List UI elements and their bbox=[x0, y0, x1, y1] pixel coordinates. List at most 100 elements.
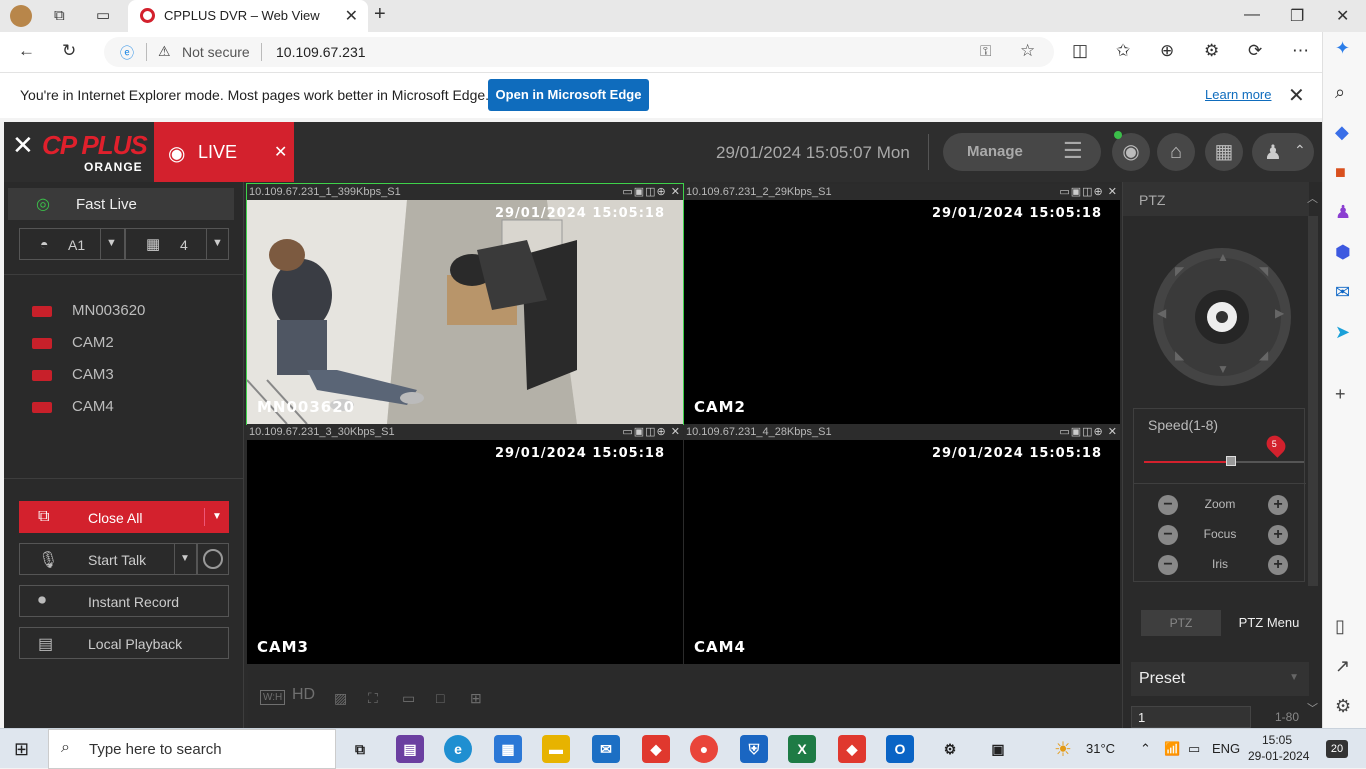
file-explorer-icon[interactable]: ▬ bbox=[542, 735, 570, 763]
camera-list-item[interactable]: CAM4 bbox=[32, 398, 114, 415]
iris-plus-button[interactable]: + bbox=[1268, 555, 1288, 575]
anydesk-icon-2[interactable]: ◆ bbox=[838, 735, 866, 763]
video-cell-4[interactable]: 10.109.67.231_4_28Kbps_S1 ▭▣◫⊕ ✕ 29/01/2… bbox=[684, 424, 1120, 664]
clock-time[interactable]: 15:05 bbox=[1262, 733, 1292, 747]
arrow-left-icon[interactable]: ◀ bbox=[1157, 306, 1166, 320]
excel-icon[interactable]: X bbox=[788, 735, 816, 763]
security-label[interactable]: Not secure bbox=[182, 44, 250, 60]
focus-plus-button[interactable]: + bbox=[1268, 525, 1288, 545]
tab-close-icon[interactable]: ✕ bbox=[345, 6, 358, 26]
ptz-scrollbar[interactable]: ︿ ﹀ bbox=[1306, 190, 1320, 720]
live-tab-close-icon[interactable]: ✕ bbox=[274, 142, 287, 162]
edge-icon[interactable]: e bbox=[444, 735, 472, 763]
camera-list-item[interactable]: CAM3 bbox=[32, 366, 114, 383]
live-view-button[interactable]: ◉ bbox=[1112, 131, 1150, 171]
aspect-ratio-button[interactable]: W:H bbox=[260, 690, 286, 705]
favorite-star-icon[interactable]: ☆ bbox=[1020, 41, 1035, 61]
open-in-edge-button[interactable]: Open in Microsoft Edge bbox=[488, 79, 649, 111]
clock-date[interactable]: 29-01-2024 bbox=[1248, 749, 1309, 763]
task-view-icon[interactable]: ⧉ bbox=[346, 735, 374, 763]
layout-quad-icon[interactable]: ⊞ bbox=[470, 690, 482, 707]
network-icon[interactable]: 📶 bbox=[1164, 741, 1180, 757]
collections-icon[interactable]: ⊕ bbox=[1160, 41, 1174, 61]
notification-badge[interactable]: 20 bbox=[1326, 740, 1348, 758]
arrow-down-icon[interactable]: ▼ bbox=[1217, 362, 1229, 376]
arrow-down-left-icon[interactable]: ◣ bbox=[1175, 348, 1184, 362]
settings-icon[interactable]: ⚙ bbox=[936, 735, 964, 763]
refresh-icon[interactable]: ↻ bbox=[62, 41, 76, 61]
address-bar[interactable]: ⓔ ⚠ Not secure 10.109.67.231 ⚿ ☆ bbox=[104, 37, 1054, 67]
home-button[interactable]: ⌂ bbox=[1157, 133, 1195, 171]
ie-reload-icon[interactable]: ⟳ bbox=[1248, 41, 1262, 61]
fullscreen-icon[interactable]: ⛶ bbox=[368, 690, 378, 707]
instant-record-button[interactable]: ⏺ Instant Record bbox=[19, 585, 229, 617]
extensions-icon[interactable]: ⚙ bbox=[1204, 41, 1219, 61]
talk-status-toggle[interactable] bbox=[197, 543, 229, 575]
defender-icon[interactable]: ⛨ bbox=[740, 735, 768, 763]
url-text[interactable]: 10.109.67.231 bbox=[276, 44, 366, 60]
video-cell-1[interactable]: 10.109.67.231_1_399Kbps_S1 ▭▣◫⊕ ✕ 29/01/… bbox=[246, 183, 684, 425]
tools-icon[interactable]: ■ bbox=[1335, 162, 1346, 183]
tab-ptz-menu[interactable]: PTZ Menu bbox=[1229, 610, 1309, 636]
ptz-center[interactable] bbox=[1195, 290, 1249, 344]
key-icon[interactable]: ⚿ bbox=[980, 43, 991, 60]
settings-icon[interactable]: ⚙ bbox=[1335, 696, 1351, 717]
taskbar-search[interactable]: ⌕ Type here to search bbox=[48, 729, 336, 769]
video-cell-2[interactable]: 10.109.67.231_2_29Kbps_S1 ▭▣◫⊕ ✕ 29/01/2… bbox=[684, 184, 1120, 424]
browser-tab[interactable]: CPPLUS DVR – Web View ✕ bbox=[128, 0, 368, 32]
windows-start-icon[interactable]: ⊞ bbox=[14, 739, 29, 760]
mail-icon[interactable]: ✉ bbox=[592, 735, 620, 763]
games-icon[interactable]: ♟ bbox=[1335, 202, 1351, 223]
user-menu-button[interactable]: ♟ ⌃ bbox=[1252, 133, 1314, 171]
add-icon[interactable]: + bbox=[1335, 384, 1346, 405]
group-select[interactable]: ◓ A1 ▼ bbox=[19, 228, 125, 260]
arrow-right-icon[interactable]: ▶ bbox=[1275, 306, 1284, 320]
manage-button[interactable]: Manage ☰ bbox=[943, 133, 1101, 171]
restore-icon[interactable]: ❐ bbox=[1290, 6, 1304, 26]
external-link-icon[interactable]: ↗ bbox=[1335, 656, 1350, 677]
arrow-up-right-icon[interactable]: ◥ bbox=[1259, 264, 1268, 278]
anydesk-icon[interactable]: ◆ bbox=[642, 735, 670, 763]
back-icon[interactable]: ← bbox=[18, 41, 35, 61]
copilot-icon[interactable]: ✦ bbox=[1335, 38, 1350, 59]
winrar-icon[interactable]: ▤ bbox=[396, 735, 424, 763]
zoom-in-button[interactable]: + bbox=[1268, 495, 1288, 515]
send-icon[interactable]: ➤ bbox=[1335, 322, 1350, 343]
scroll-up-icon[interactable]: ︿ bbox=[1307, 190, 1318, 206]
shopping-tag-icon[interactable]: ◆ bbox=[1335, 122, 1349, 143]
weather-temp[interactable]: 31°C bbox=[1086, 741, 1115, 756]
scrollbar-thumb[interactable] bbox=[1308, 216, 1318, 586]
live-tab[interactable]: ◉ LIVE ✕ bbox=[154, 122, 294, 182]
close-all-button[interactable]: ⧉ Close All ▼ bbox=[19, 501, 229, 533]
language-indicator[interactable]: ENG bbox=[1212, 741, 1240, 756]
new-tab-icon[interactable]: + bbox=[374, 3, 386, 26]
microsoft-365-icon[interactable]: ⬢ bbox=[1335, 242, 1351, 263]
video-cell-3[interactable]: 10.109.67.231_3_30Kbps_S1 ▭▣◫⊕ ✕ 29/01/2… bbox=[247, 424, 683, 664]
store-icon[interactable]: ▦ bbox=[494, 735, 522, 763]
learn-more-link[interactable]: Learn more bbox=[1205, 87, 1271, 102]
scroll-down-icon[interactable]: ﹀ bbox=[1307, 700, 1318, 716]
local-playback-button[interactable]: ▤ Local Playback bbox=[19, 627, 229, 659]
app-window-icon[interactable]: ▣ bbox=[984, 735, 1012, 763]
preset-input[interactable]: 1 bbox=[1131, 706, 1251, 728]
ie-mode-icon[interactable]: ⓔ bbox=[120, 43, 134, 63]
cell-toolbar-icons[interactable]: ▭▣◫⊕ ✕ bbox=[1059, 424, 1118, 440]
chevron-down-icon[interactable]: ▼ bbox=[180, 553, 190, 564]
qr-code-button[interactable]: ▦ bbox=[1205, 133, 1243, 171]
start-talk-button[interactable]: 🎙 Start Talk ▼ bbox=[19, 543, 197, 575]
favorites-icon[interactable]: ✩ bbox=[1116, 41, 1130, 61]
arrow-down-right-icon[interactable]: ◢ bbox=[1259, 348, 1268, 362]
outlook-icon[interactable]: ✉ bbox=[1335, 282, 1350, 303]
show-hidden-icons[interactable]: ⌃ bbox=[1140, 741, 1151, 757]
layout-single-icon[interactable]: □ bbox=[436, 690, 444, 706]
sidebar-toggle-icon[interactable]: ▯ bbox=[1335, 616, 1345, 637]
split-screen-icon[interactable]: ◫ bbox=[1072, 41, 1088, 61]
layout-select[interactable]: ▦ 4 ▼ bbox=[125, 228, 229, 260]
search-icon[interactable]: ⌕ bbox=[1335, 82, 1345, 103]
banner-close-icon[interactable]: ✕ bbox=[1288, 83, 1305, 108]
tab-actions-icon[interactable]: ▭ bbox=[96, 6, 110, 24]
weather-icon[interactable]: ☀ bbox=[1054, 737, 1072, 762]
cell-toolbar-icons[interactable]: ▭▣◫⊕ ✕ bbox=[622, 424, 681, 440]
minimize-icon[interactable]: — bbox=[1244, 6, 1260, 24]
stream-quality-icon[interactable]: ▨ bbox=[334, 690, 347, 707]
